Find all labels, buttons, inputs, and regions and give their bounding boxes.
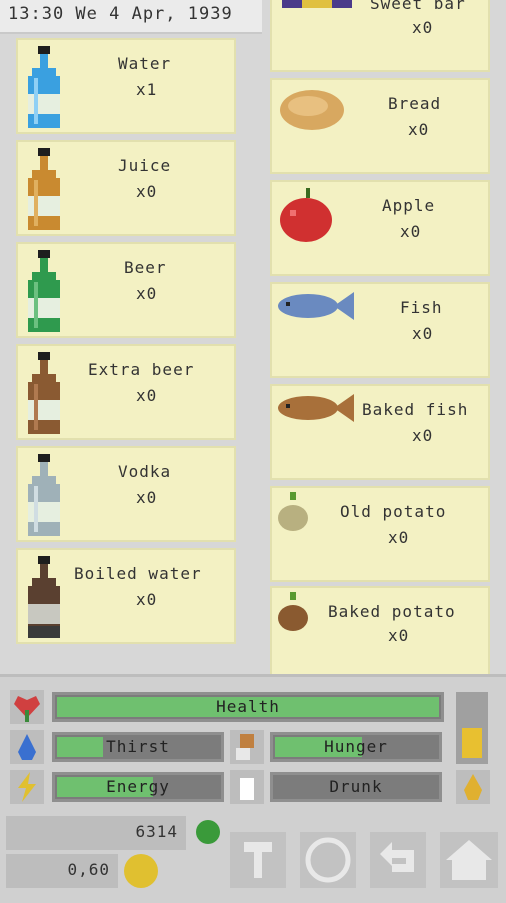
globe-icon: [305, 837, 351, 883]
hunger-stat-icon: [230, 730, 264, 764]
item-card-baked-potato[interactable]: Baked potato x0: [270, 586, 490, 676]
item-card-juice[interactable]: Juice x0: [16, 140, 236, 236]
item-name: Bread: [388, 94, 442, 113]
extra-beer-bottle-icon: [28, 352, 60, 434]
hunger-bar: Hunger: [270, 732, 442, 762]
hunger-label: Hunger: [324, 737, 388, 756]
item-card-fish[interactable]: Fish x0: [270, 282, 490, 378]
bread-icon: [280, 90, 344, 130]
thirst-bar: Thirst: [52, 732, 224, 762]
item-qty: x0: [412, 18, 434, 37]
item-qty: x0: [388, 626, 410, 645]
item-qty: x1: [136, 80, 158, 99]
energy-bar: Energy: [52, 772, 224, 802]
energy-stat-icon: [10, 770, 44, 804]
fire-icon: [456, 770, 490, 804]
item-qty: x0: [412, 426, 434, 445]
item-qty: x0: [400, 222, 422, 241]
item-name: Juice: [118, 156, 172, 175]
item-card-extra-beer[interactable]: Extra beer x0: [16, 344, 236, 440]
item-name: Baked potato: [328, 602, 456, 621]
drunk-stat-icon: [230, 770, 264, 804]
health-label: Health: [216, 697, 280, 716]
item-qty: x0: [136, 284, 158, 303]
fish-icon: [278, 292, 354, 320]
thirst-stat-icon: [10, 730, 44, 764]
home-icon: [446, 840, 492, 880]
item-card-apple[interactable]: Apple x0: [270, 180, 490, 276]
item-name: Beer: [124, 258, 167, 277]
baked-potato-icon: [278, 592, 308, 631]
back-button[interactable]: [370, 832, 426, 888]
build-button[interactable]: [230, 832, 286, 888]
item-name: Apple: [382, 196, 436, 215]
baked-fish-icon: [278, 394, 354, 422]
map-button[interactable]: [300, 832, 356, 888]
energy-label: Energy: [106, 777, 170, 796]
coins-display: 0,60: [6, 854, 118, 888]
health-bar: Health: [52, 692, 444, 722]
datetime-text: 13:30 We 4 Apr, 1939: [8, 4, 233, 24]
item-qty: x0: [136, 182, 158, 201]
item-name: Extra beer: [88, 360, 195, 379]
item-qty: x0: [136, 386, 158, 405]
hammer-icon: [244, 842, 272, 878]
item-qty: x0: [408, 120, 430, 139]
coin-icon: [124, 854, 158, 888]
apple-icon: [280, 188, 332, 242]
item-card-boiled-water[interactable]: Boiled water x0: [16, 548, 236, 644]
boiled-water-bottle-icon: [28, 556, 60, 638]
item-qty: x0: [412, 324, 434, 343]
old-potato-icon: [278, 492, 308, 531]
item-card-vodka[interactable]: Vodka x0: [16, 446, 236, 542]
item-name: Baked fish: [362, 400, 469, 419]
gem-icon: [196, 820, 220, 844]
water-bottle-icon: [28, 46, 60, 128]
drunk-bar: Drunk: [270, 772, 442, 802]
drunk-label: Drunk: [329, 777, 383, 796]
item-name: Old potato: [340, 502, 447, 521]
item-name: Water: [118, 54, 172, 73]
item-card-baked-fish[interactable]: Baked fish x0: [270, 384, 490, 480]
beer-bottle-icon: [28, 250, 60, 332]
item-card-water[interactable]: Water x1: [16, 38, 236, 134]
item-card-old-potato[interactable]: Old potato x0: [270, 486, 490, 582]
item-name: Vodka: [118, 462, 172, 481]
item-name: Sweet bar: [370, 0, 466, 13]
item-name: Fish: [400, 298, 443, 317]
item-card-bread[interactable]: Bread x0: [270, 78, 490, 174]
vodka-bottle-icon: [28, 454, 60, 536]
item-qty: x0: [136, 590, 158, 609]
item-card-sweet-bar[interactable]: Sweet bar x0: [270, 0, 490, 72]
points-display: 6314: [6, 816, 186, 850]
juice-bottle-icon: [28, 148, 60, 230]
item-name: Boiled water: [74, 564, 202, 583]
datetime-bar: 13:30 We 4 Apr, 1939: [0, 0, 262, 34]
battery-meter: [456, 692, 488, 764]
back-arrow-icon: [380, 842, 414, 872]
home-button[interactable]: [440, 832, 498, 888]
item-qty: x0: [136, 488, 158, 507]
sweet-bar-icon: [282, 0, 352, 8]
item-card-beer[interactable]: Beer x0: [16, 242, 236, 338]
health-stat-icon: [10, 690, 44, 724]
item-qty: x0: [388, 528, 410, 547]
thirst-label: Thirst: [106, 737, 170, 756]
